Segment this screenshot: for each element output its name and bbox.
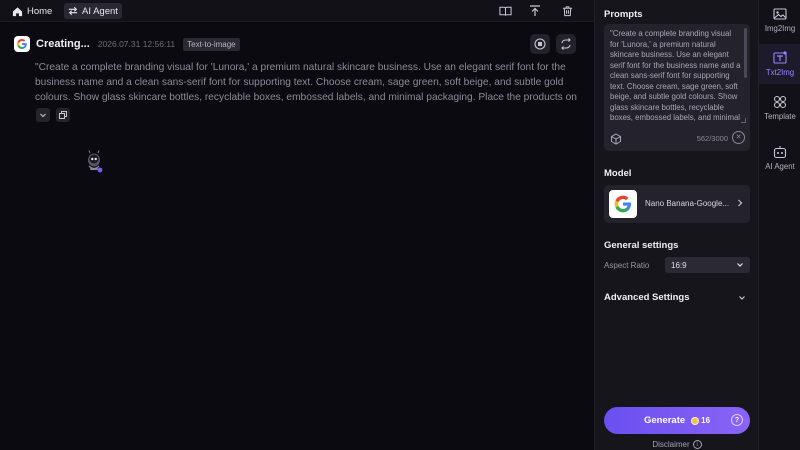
general-settings-heading: General settings — [604, 240, 679, 251]
ai-agent-label: AI Agent — [82, 5, 118, 17]
text-image-icon — [773, 51, 787, 64]
chevron-down-icon — [40, 113, 46, 118]
chevron-right-icon — [738, 199, 743, 207]
home-button[interactable]: Home — [8, 3, 56, 19]
generation-title: Creating... — [36, 38, 90, 50]
google-logo-icon — [14, 36, 30, 52]
grid-icon — [773, 95, 787, 109]
ai-agent-button[interactable]: AI Agent — [64, 3, 122, 19]
chevron-down-icon[interactable] — [738, 294, 746, 302]
home-icon — [12, 6, 23, 16]
copy-button[interactable] — [56, 108, 70, 122]
rail-item-template[interactable]: Template — [759, 88, 800, 128]
model-selector[interactable]: Nano Banana-Google... — [604, 185, 750, 223]
credit-cost-value: 16 — [701, 416, 711, 425]
generation-actions — [530, 34, 576, 54]
regenerate-button[interactable] — [556, 34, 576, 54]
nav-rail: Img2Img Txt2Img Template AI Agent — [758, 0, 800, 450]
rail-item-ai-agent[interactable]: AI Agent — [759, 138, 800, 178]
info-icon: i — [692, 440, 702, 450]
rail-label-template: Template — [764, 112, 796, 121]
aspect-ratio-value: 16:9 — [671, 260, 687, 270]
model-heading: Model — [604, 168, 632, 179]
char-counter: 562/3000 — [696, 134, 728, 143]
help-icon[interactable]: ? — [731, 414, 743, 426]
advanced-settings-toggle[interactable]: Advanced Settings — [604, 292, 690, 303]
cube-icon[interactable] — [610, 132, 622, 145]
prompt-input-text[interactable]: "Create a complete branding visual for '… — [610, 29, 742, 123]
rail-item-txt2img[interactable]: Txt2Img — [759, 44, 800, 84]
rail-label-ai-agent: AI Agent — [765, 162, 795, 171]
generation-prompt: "Create a complete branding visual for '… — [35, 62, 577, 103]
rail-label-txt2img: Txt2Img — [765, 68, 795, 77]
swap-icon — [68, 6, 78, 16]
generate-label: Generate — [643, 415, 686, 426]
book-icon[interactable] — [497, 3, 513, 19]
trash-icon[interactable] — [559, 3, 575, 19]
aspect-ratio-select[interactable]: 16:9 — [665, 257, 750, 273]
model-name: Nano Banana-Google... — [645, 199, 730, 208]
prompts-heading: Prompts — [604, 9, 643, 20]
robot-icon — [773, 146, 787, 159]
top-bar: Home AI Agent — [0, 0, 594, 22]
prompt-actions — [36, 108, 70, 122]
coin-icon — [691, 416, 700, 425]
upload-icon[interactable] — [527, 3, 543, 19]
expand-button[interactable] — [36, 108, 50, 122]
generate-button[interactable]: Generate 16 ? — [604, 407, 750, 434]
prompt-scrollbar[interactable] — [744, 28, 747, 78]
prompt-input[interactable]: "Create a complete branding visual for '… — [604, 24, 750, 151]
home-label: Home — [27, 5, 53, 17]
generation-header: Creating... 2026.07.31 12:56:11 Text-to-… — [14, 34, 580, 54]
aspect-ratio-label: Aspect Ratio — [604, 261, 650, 270]
settings-panel: Prompts "Create a complete branding visu… — [594, 0, 758, 450]
loading-mascot-icon — [84, 150, 104, 176]
mode-tag: Text-to-image — [183, 37, 240, 51]
refresh-icon — [561, 38, 571, 50]
main-canvas: Creating... 2026.07.31 12:56:11 Text-to-… — [0, 22, 594, 450]
image-icon — [773, 8, 787, 20]
disclaimer-label[interactable]: Disclaimer — [652, 440, 689, 449]
rail-item-img2img[interactable]: Img2Img — [759, 0, 800, 40]
rail-label-img2img: Img2Img — [764, 24, 796, 33]
stop-icon — [534, 38, 546, 50]
credit-cost: 16 — [691, 416, 710, 425]
resize-handle-icon[interactable] — [741, 118, 746, 123]
disclaimer-link[interactable]: Disclaimer i — [595, 440, 759, 450]
generation-timestamp: 2026.07.31 12:56:11 — [97, 39, 176, 49]
stop-button[interactable] — [530, 34, 550, 54]
clear-prompt-button[interactable]: ✕ — [732, 131, 745, 144]
copy-icon — [59, 111, 67, 119]
google-logo-icon — [609, 190, 637, 218]
chevron-down-icon — [737, 263, 743, 267]
